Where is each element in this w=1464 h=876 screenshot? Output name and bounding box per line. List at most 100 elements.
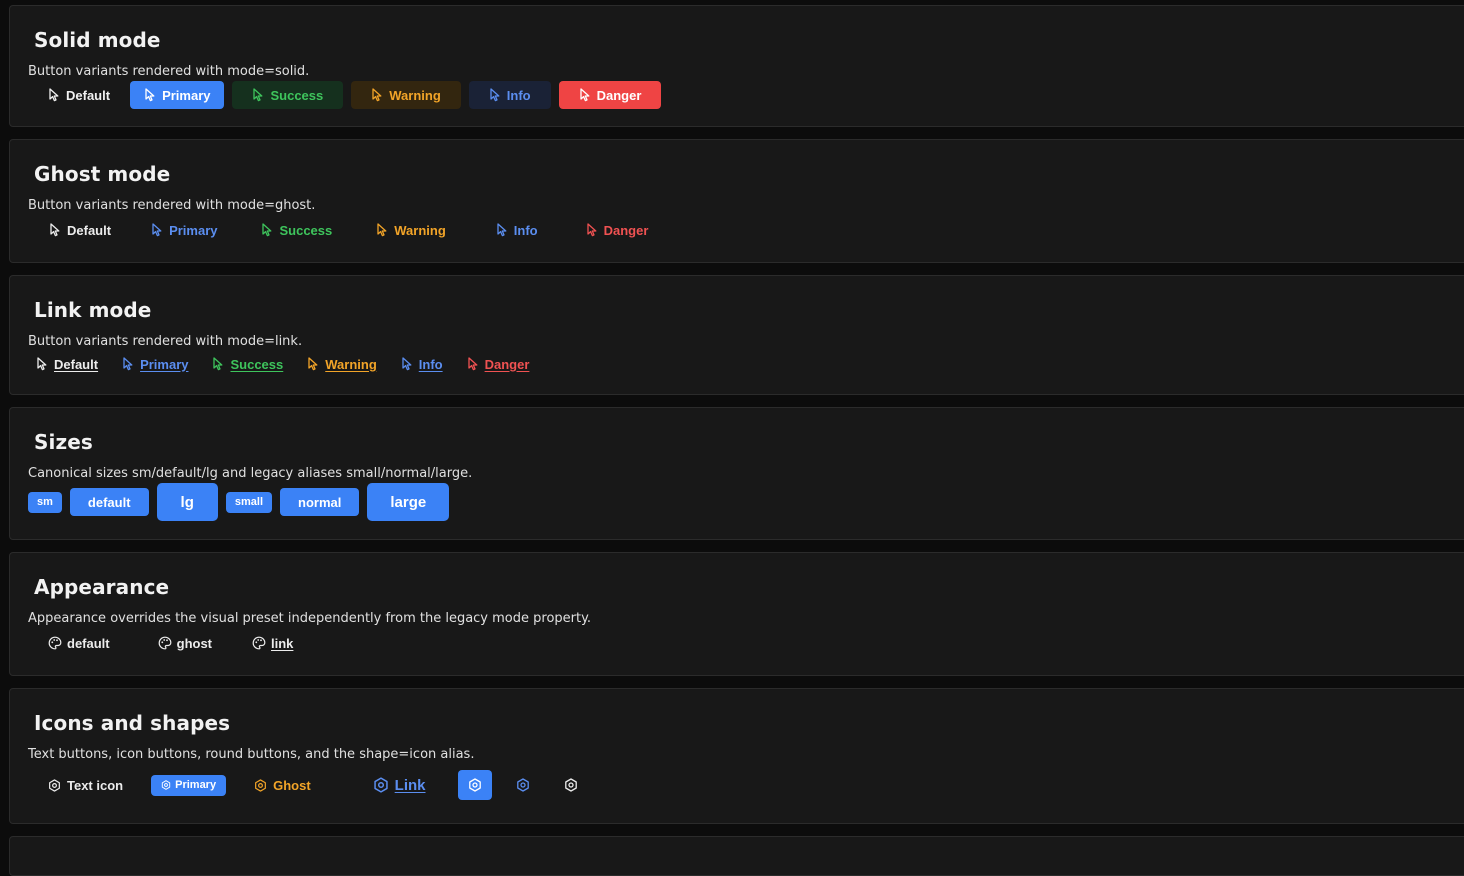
ghost-default-button[interactable]: Default <box>28 216 125 244</box>
button-label: Danger <box>603 222 649 238</box>
ghost-warning-button[interactable]: Warning <box>358 216 464 244</box>
link-primary-button[interactable]: Primary <box>114 352 196 376</box>
gear-icon <box>161 780 171 790</box>
pointer-cursor-icon <box>151 223 163 237</box>
button-label: Default <box>67 222 112 238</box>
section-title: Sizes <box>34 430 93 454</box>
sizes-section: Sizes Canonical sizes sm/default/lg and … <box>9 407 1464 540</box>
ghost-primary-button[interactable]: Primary <box>133 216 235 244</box>
link-button-row: Default Primary Success Warning Info Dan… <box>28 352 545 376</box>
link-danger-button[interactable]: Danger <box>459 352 538 376</box>
palette-icon <box>48 636 62 650</box>
palette-icon <box>158 636 172 650</box>
section-title: Icons and shapes <box>34 711 231 735</box>
pointer-cursor-icon <box>401 357 413 371</box>
pointer-cursor-icon <box>48 88 60 102</box>
ghost-info-button[interactable]: Info <box>472 216 560 244</box>
size-small-button[interactable]: small <box>225 491 273 513</box>
gear-icon <box>373 777 389 793</box>
section-title: Ghost mode <box>34 162 171 186</box>
appearance-section: Appearance Appearance overrides the visu… <box>9 552 1464 676</box>
section-title: Appearance <box>34 575 170 599</box>
button-label: link <box>271 635 294 651</box>
section-description: Button variants rendered with mode=solid… <box>28 64 310 79</box>
ghost-icon-button[interactable]: Ghost <box>234 772 331 798</box>
link-mode-section: Link mode Button variants rendered with … <box>9 275 1464 395</box>
next-section-partial <box>9 836 1464 876</box>
button-label: Text icon <box>67 777 124 793</box>
pointer-cursor-icon <box>212 357 224 371</box>
gear-icon <box>516 778 530 792</box>
button-label: Primary <box>162 87 211 103</box>
pointer-cursor-icon <box>144 88 156 102</box>
ghost-success-button[interactable]: Success <box>243 216 350 244</box>
button-label: Ghost <box>273 777 311 793</box>
button-label: Warning <box>325 356 377 372</box>
button-label: Primary <box>175 779 217 791</box>
ghost-button-row: Default Primary Success Warning Info Dan… <box>28 216 674 244</box>
pointer-cursor-icon <box>586 223 598 237</box>
pointer-cursor-icon <box>371 88 383 102</box>
link-default-button[interactable]: Default <box>28 352 106 376</box>
button-label: Warning <box>389 87 441 103</box>
pointer-cursor-icon <box>307 357 319 371</box>
size-large-button[interactable]: large <box>367 483 450 521</box>
gear-icon <box>48 779 61 792</box>
link-info-button[interactable]: Info <box>393 352 451 376</box>
pointer-cursor-icon <box>579 88 591 102</box>
link-icon-button[interactable]: Link <box>339 772 450 798</box>
button-label: Warning <box>394 222 446 238</box>
solid-success-button[interactable]: Success <box>232 81 344 109</box>
primary-icon-button[interactable]: Primary <box>151 774 227 796</box>
button-label: Info <box>418 356 443 372</box>
square-icon-button-solid[interactable] <box>457 770 492 800</box>
button-label: Info <box>513 222 538 238</box>
solid-button-row: Default Primary Success Warning Info Dan… <box>28 81 669 109</box>
size-lg-button[interactable]: lg <box>156 483 218 521</box>
button-label: Default <box>54 356 99 372</box>
solid-mode-section: Solid mode Button variants rendered with… <box>9 5 1464 127</box>
gear-icon <box>564 778 578 792</box>
appearance-ghost-button[interactable]: ghost <box>138 630 232 656</box>
section-description: Button variants rendered with mode=ghost… <box>28 198 316 213</box>
square-icon-button-ghost[interactable] <box>506 770 540 800</box>
button-label: Danger <box>484 356 530 372</box>
button-label: Success <box>270 87 324 103</box>
pointer-cursor-icon <box>122 357 134 371</box>
pointer-cursor-icon <box>496 223 508 237</box>
palette-icon <box>252 636 266 650</box>
link-success-button[interactable]: Success <box>204 352 291 376</box>
solid-default-button[interactable]: Default <box>28 81 122 109</box>
section-description: Canonical sizes sm/default/lg and legacy… <box>28 466 473 481</box>
button-label: ghost <box>176 635 213 651</box>
sizes-button-row: sm default lg small normal large <box>28 483 457 521</box>
gear-icon <box>254 779 267 792</box>
icons-button-row: Text icon Primary Ghost Link <box>28 770 602 800</box>
text-icon-button[interactable]: Text icon <box>28 772 143 798</box>
size-default-button[interactable]: default <box>69 488 149 516</box>
pointer-cursor-icon <box>376 223 388 237</box>
button-label: Success <box>279 222 333 238</box>
appearance-button-row: default ghost link <box>28 630 313 656</box>
shape-icon-alias-button[interactable] <box>554 770 588 800</box>
solid-info-button[interactable]: Info <box>468 81 551 109</box>
size-sm-button[interactable]: sm <box>28 491 62 513</box>
pointer-cursor-icon <box>261 223 273 237</box>
ghost-danger-button[interactable]: Danger <box>568 216 667 244</box>
solid-danger-button[interactable]: Danger <box>558 81 662 109</box>
pointer-cursor-icon <box>252 88 264 102</box>
size-normal-button[interactable]: normal <box>280 488 360 516</box>
ghost-mode-section: Ghost mode Button variants rendered with… <box>9 139 1464 263</box>
button-label: Primary <box>140 356 189 372</box>
gear-icon <box>468 778 482 792</box>
pointer-cursor-icon <box>49 223 61 237</box>
button-label: Primary <box>169 222 218 238</box>
solid-primary-button[interactable]: Primary <box>130 81 225 109</box>
section-title: Solid mode <box>34 28 161 52</box>
appearance-link-button[interactable]: link <box>240 630 305 656</box>
button-label: Danger <box>596 87 642 103</box>
link-warning-button[interactable]: Warning <box>299 352 385 376</box>
solid-warning-button[interactable]: Warning <box>351 81 461 109</box>
button-label: Link <box>394 776 426 794</box>
appearance-default-button[interactable]: default <box>28 630 130 656</box>
